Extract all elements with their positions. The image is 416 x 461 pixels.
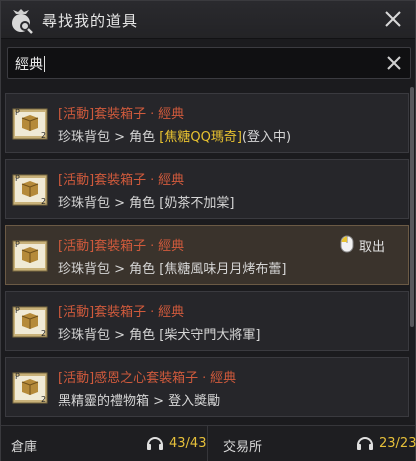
result-item[interactable]: P 2 [活動]套裝箱子ㆍ經典 珍珠背包 > 角色 [奶茶不加棠] [5,159,409,219]
item-location-path: 珍珠背包 > 角色 [58,130,160,145]
svg-text:P: P [15,174,20,183]
window-title: 尋找我的道具 [42,12,139,30]
result-list[interactable]: P 2 [活動]套裝箱子ㆍ經典 珍珠背包 > 角色 [焦糖QQ瑪奇](登入中) … [1,89,415,422]
search-input[interactable]: 經典 [7,47,411,79]
item-location: 珍珠背包 > 角色 [奶茶不加棠] [58,196,235,211]
svg-text:P: P [15,108,20,117]
item-location: 珍珠背包 > 角色 [焦糖風味月月烤布蕾] [58,262,287,277]
svg-text:P: P [15,372,20,381]
item-name: [活動]感恩之心套裝箱子ㆍ經典 [58,371,237,386]
item-location: 黑精靈的禮物箱 > 登入獎勵 [58,394,221,409]
costume-box-icon: P [12,240,48,272]
result-item[interactable]: P 2 [活動]感恩之心套裝箱子ㆍ經典 黑精靈的禮物箱 > 登入獎勵 [5,357,409,417]
title-bar[interactable]: 尋找我的道具 [1,1,415,39]
result-item-selected[interactable]: P [活動]套裝箱子ㆍ經典 珍珠背包 > 角色 [焦糖風味月月烤布蕾] 取出 [5,225,409,285]
svg-text:P: P [15,306,20,315]
svg-text:2: 2 [41,395,46,404]
trade-headset-icon [357,437,373,450]
storage-headset-icon [147,437,163,450]
svg-text:2: 2 [41,329,46,338]
item-name: [活動]套裝箱子ㆍ經典 [58,239,185,254]
item-location: 珍珠背包 > 角色 [柴犬守門大將軍] [58,328,261,343]
trade-count: 23/23 [379,436,416,451]
costume-box-icon: P 2 [12,372,48,404]
svg-text:P: P [15,240,20,249]
costume-box-icon: P 2 [12,108,48,140]
take-out-button[interactable]: 取出 [340,235,402,255]
mouse-click-icon [340,235,354,253]
result-item[interactable]: P 2 [活動]套裝箱子ㆍ經典 珍珠背包 > 角色 [柴犬守門大將軍] [5,291,409,351]
footer-bar: 倉庫 43/43 交易所 23/23 [1,425,416,461]
svg-text:2: 2 [41,131,46,140]
list-scrollbar[interactable] [410,87,414,422]
costume-box-icon: P 2 [12,174,48,206]
clear-search-icon[interactable] [382,51,406,75]
item-location: 珍珠背包 > 角色 [焦糖QQ瑪奇](登入中) [58,126,291,145]
costume-box-icon: P 2 [12,306,48,338]
item-name: [活動]套裝箱子ㆍ經典 [58,173,185,188]
text-caret [44,56,45,72]
trade-label: 交易所 [223,440,263,455]
scrollbar-thumb[interactable] [410,87,414,327]
search-value: 經典 [15,57,43,73]
take-out-label: 取出 [359,240,386,255]
find-my-items-window: 尋找我的道具 經典 P 2 [活動]套裝箱子ㆍ經典 珍珠背包 > 角色 [焦糖Q… [0,0,416,461]
item-name: [活動]套裝箱子ㆍ經典 [58,305,185,320]
close-window-icon[interactable] [379,5,407,33]
item-bag-search-icon [12,9,33,34]
storage-count: 43/43 [169,436,207,451]
storage-label: 倉庫 [11,440,38,455]
item-location-status: (登入中) [241,130,292,145]
svg-text:2: 2 [41,197,46,206]
result-item[interactable]: P 2 [活動]套裝箱子ㆍ經典 珍珠背包 > 角色 [焦糖QQ瑪奇](登入中) [5,93,409,153]
item-location-highlight: [焦糖QQ瑪奇] [159,130,242,145]
item-name: [活動]套裝箱子ㆍ經典 [58,107,185,122]
footer-divider [207,426,208,461]
